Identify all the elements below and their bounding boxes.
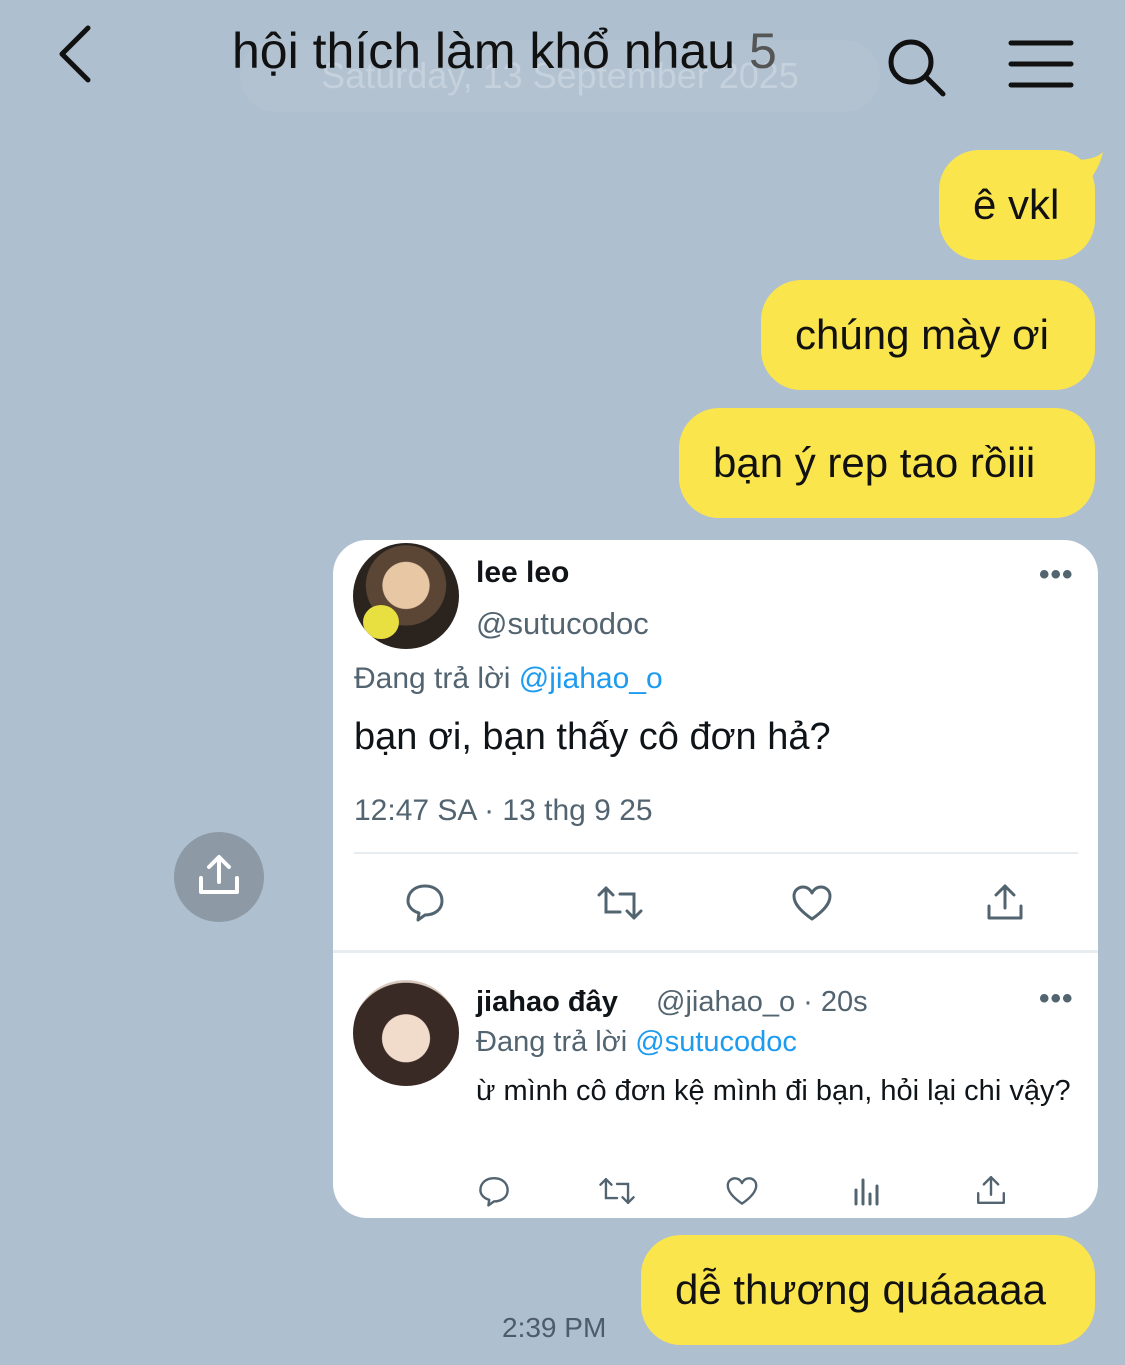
replying-to: Đang trả lời @sutucodoc [476,1026,797,1059]
analytics-icon [854,1178,879,1206]
member-count: 5 [749,23,777,79]
avatar [353,980,459,1086]
share-icon [987,884,1023,920]
message-text: ê vkl [973,181,1060,228]
replying-to-prefix: Đang trả lời [354,662,519,695]
more-options-icon: ••• [1039,558,1074,591]
shared-image-card[interactable]: lee leo @sutucodoc ••• Đang trả lời @jia… [333,540,1098,1218]
message-timestamp: 2:39 PM [502,1312,607,1343]
more-options-icon: ••• [1039,982,1074,1015]
menu-button[interactable] [1008,38,1074,90]
message-bubble[interactable]: dễ thương quáaaaa [641,1235,1095,1345]
message-bubble[interactable]: ê vkl [939,150,1095,260]
share-upload-icon [199,855,239,894]
search-icon [888,39,946,97]
replying-to-handle: @sutucodoc [635,1026,797,1058]
message-text: dễ thương quáaaaa [675,1266,1046,1313]
reply-text: ừ mình cô đơn kệ mình đi bạn, hỏi lại ch… [476,1075,1071,1107]
heart-icon [726,1177,758,1205]
chat-title-text: hội thích làm khổ nhau [232,23,736,79]
hamburger-menu-icon [1008,40,1074,88]
tweet-text: bạn ơi, bạn thấy cô đơn hả? [354,716,831,758]
tweet-meta: 12:47 SA · 13 thg 9 25 [354,794,653,827]
reply-icon [479,1177,509,1207]
divider [333,950,1098,953]
replying-to-handle: @jiahao_o [518,662,663,695]
reply-author-name: jiahao đây [476,986,618,1018]
divider [354,852,1078,854]
message-text: chúng mày ơi [795,311,1049,358]
retweet-icon [599,1177,635,1205]
chat-header: Saturday, 13 September 2025 hội thích là… [0,0,1125,120]
chevron-left-icon [59,25,91,83]
share-button[interactable] [174,832,264,922]
back-button[interactable] [52,22,102,86]
reply-author-handle: @jiahao_o · 20s [656,986,868,1018]
chat-title: hội thích làm khổ nhau 5 [232,22,777,80]
avatar [353,543,459,649]
replying-to-prefix: Đang trả lời [476,1026,636,1058]
search-button[interactable] [885,36,947,98]
retweet-icon [597,886,643,920]
tweet-author-handle: @sutucodoc [476,606,649,641]
replying-to: Đang trả lời @jiahao_o [354,662,663,696]
heart-icon [792,885,832,921]
message-text: bạn ý rep tao rồiii [713,439,1036,486]
reply-icon [406,884,444,922]
message-bubble[interactable]: bạn ý rep tao rồiii [679,408,1095,518]
message-bubble[interactable]: chúng mày ơi [761,280,1095,390]
share-icon [977,1176,1005,1204]
tweet-author-name: lee leo [476,556,570,589]
